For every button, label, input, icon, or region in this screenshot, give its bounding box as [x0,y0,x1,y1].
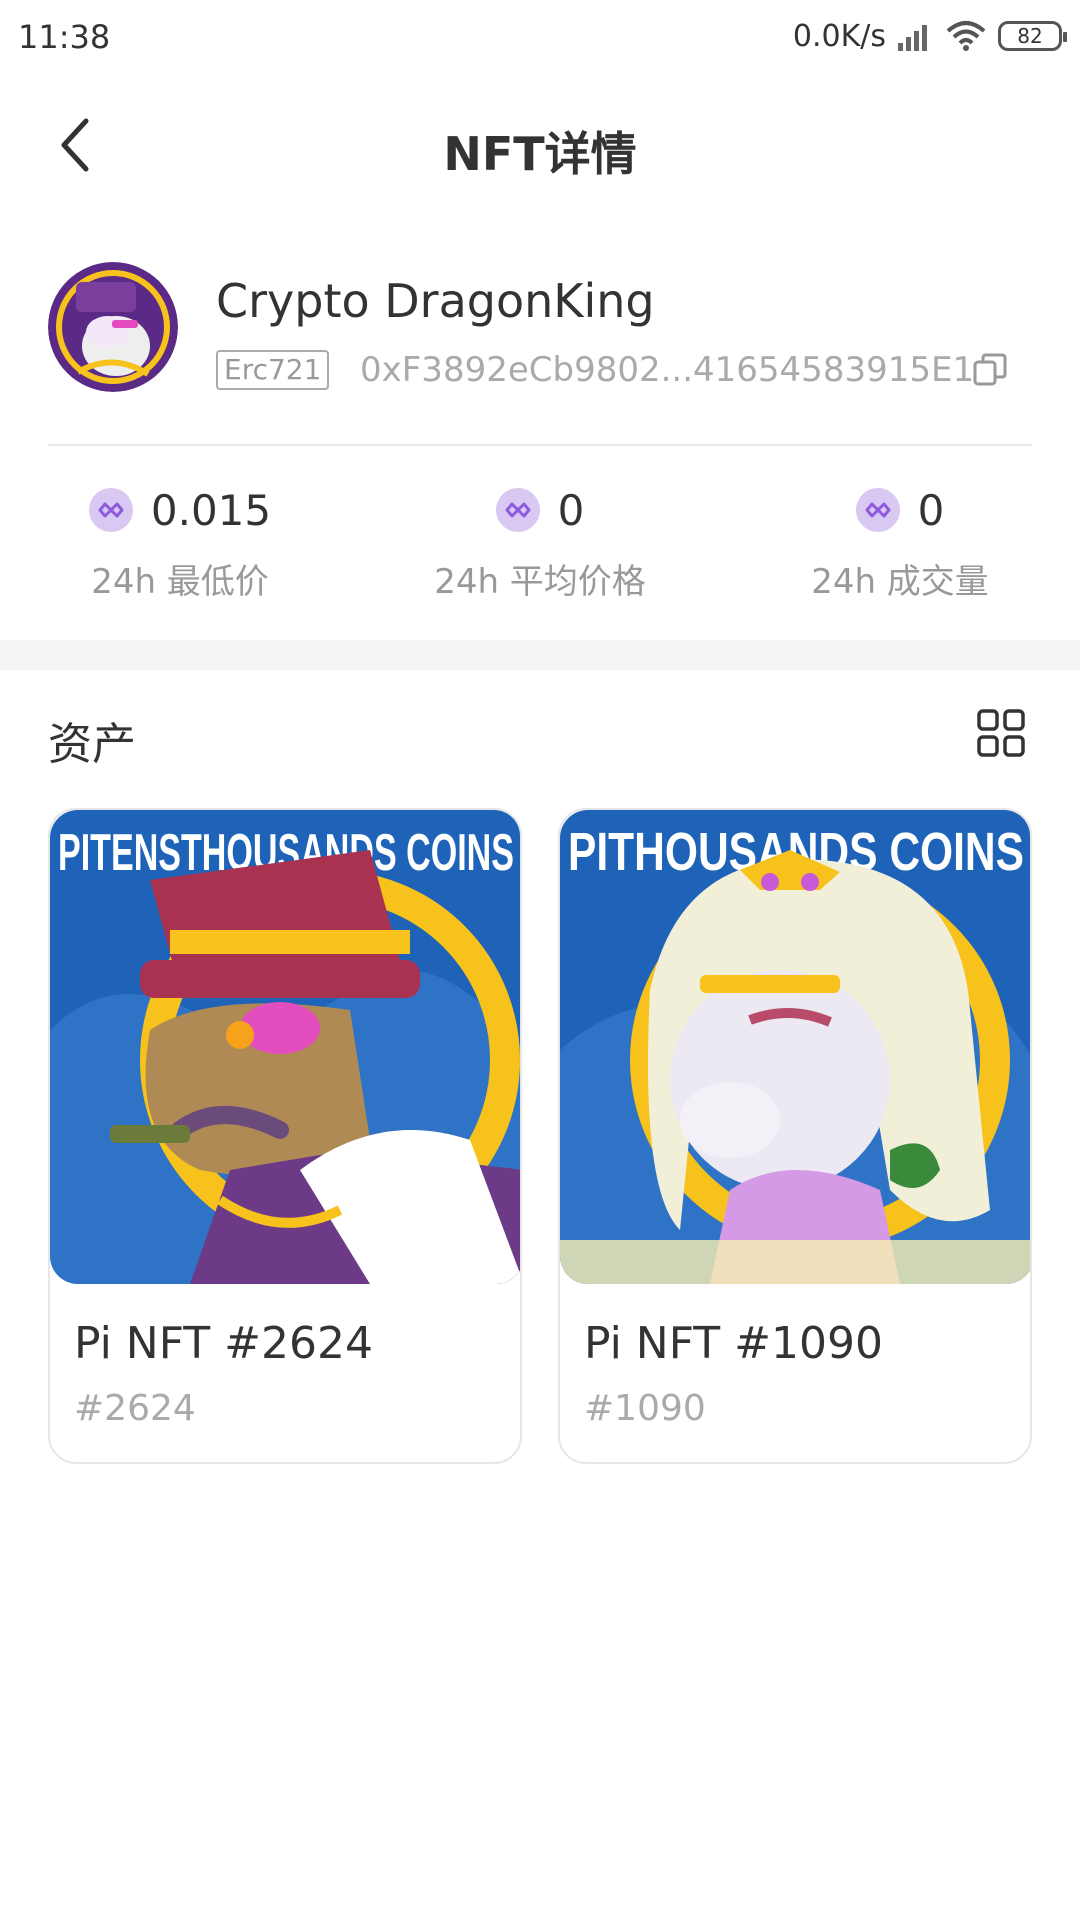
contract-address: 0xF3892eCb9802...41654583915E1 [360,350,975,390]
collection-name: Crypto DragonKing [216,274,655,328]
signal-icon [898,25,927,51]
nft-token-id: #1090 [584,1388,706,1429]
app-header: NFT详情 [0,90,1080,200]
stats-row: 0.015 24h 最低价 0 24h 平均价格 0 24h 成交量 [0,480,1080,610]
nft-name: Pi NFT #1090 [584,1318,883,1369]
page-title: NFT详情 [443,127,637,181]
network-speed: 0.0K/s [792,18,886,54]
status-bar: 11:38 0.0K/s 82 [0,0,1080,72]
matic-icon [495,488,540,532]
collection-avatar [48,262,178,392]
assets-section-title: 资产 [48,719,136,770]
nft-card[interactable]: PITHOUSANDS COINS Pi NFT #1090 #1090 [558,808,1032,1464]
nft-token-id: #2624 [74,1388,196,1429]
matic-icon [855,488,900,532]
wifi-icon [946,21,986,51]
status-icons: 0.0K/s 82 [792,16,1067,56]
stat-value: 0 [557,485,585,535]
stat-average-price: 0 24h 平均价格 [370,480,710,603]
stat-label: 24h 平均价格 [434,562,646,602]
section-separator [0,640,1080,670]
stat-value: 0 [917,485,945,535]
stat-label: 24h 最低价 [91,562,269,602]
nft-card[interactable]: PITENSTHOUSANDS COINS Pi NFT #2624 #2624 [48,808,522,1464]
stat-value: 0.015 [150,485,272,535]
matic-icon [88,488,133,532]
divider [48,444,1032,446]
token-standard-badge: Erc721 [216,350,330,390]
stat-label: 24h 成交量 [811,562,989,602]
stat-volume: 0 24h 成交量 [730,480,1070,603]
battery-level: 82 [1017,24,1043,48]
nft-image: PITENSTHOUSANDS COINS [50,810,520,1284]
grid-view-toggle[interactable] [976,708,1026,758]
stat-floor-price: 0.015 24h 最低价 [10,480,350,603]
copy-icon [973,353,1007,386]
nft-name: Pi NFT #2624 [74,1318,373,1369]
grid-view-icon [977,709,1025,757]
collection-info: Crypto DragonKing Erc721 0xF3892eCb9802.… [48,262,1032,452]
copy-address-button[interactable] [972,352,1012,392]
nft-image: PITHOUSANDS COINS [560,810,1030,1284]
status-time: 11:38 [18,18,111,56]
battery-indicator: 82 [998,21,1067,51]
